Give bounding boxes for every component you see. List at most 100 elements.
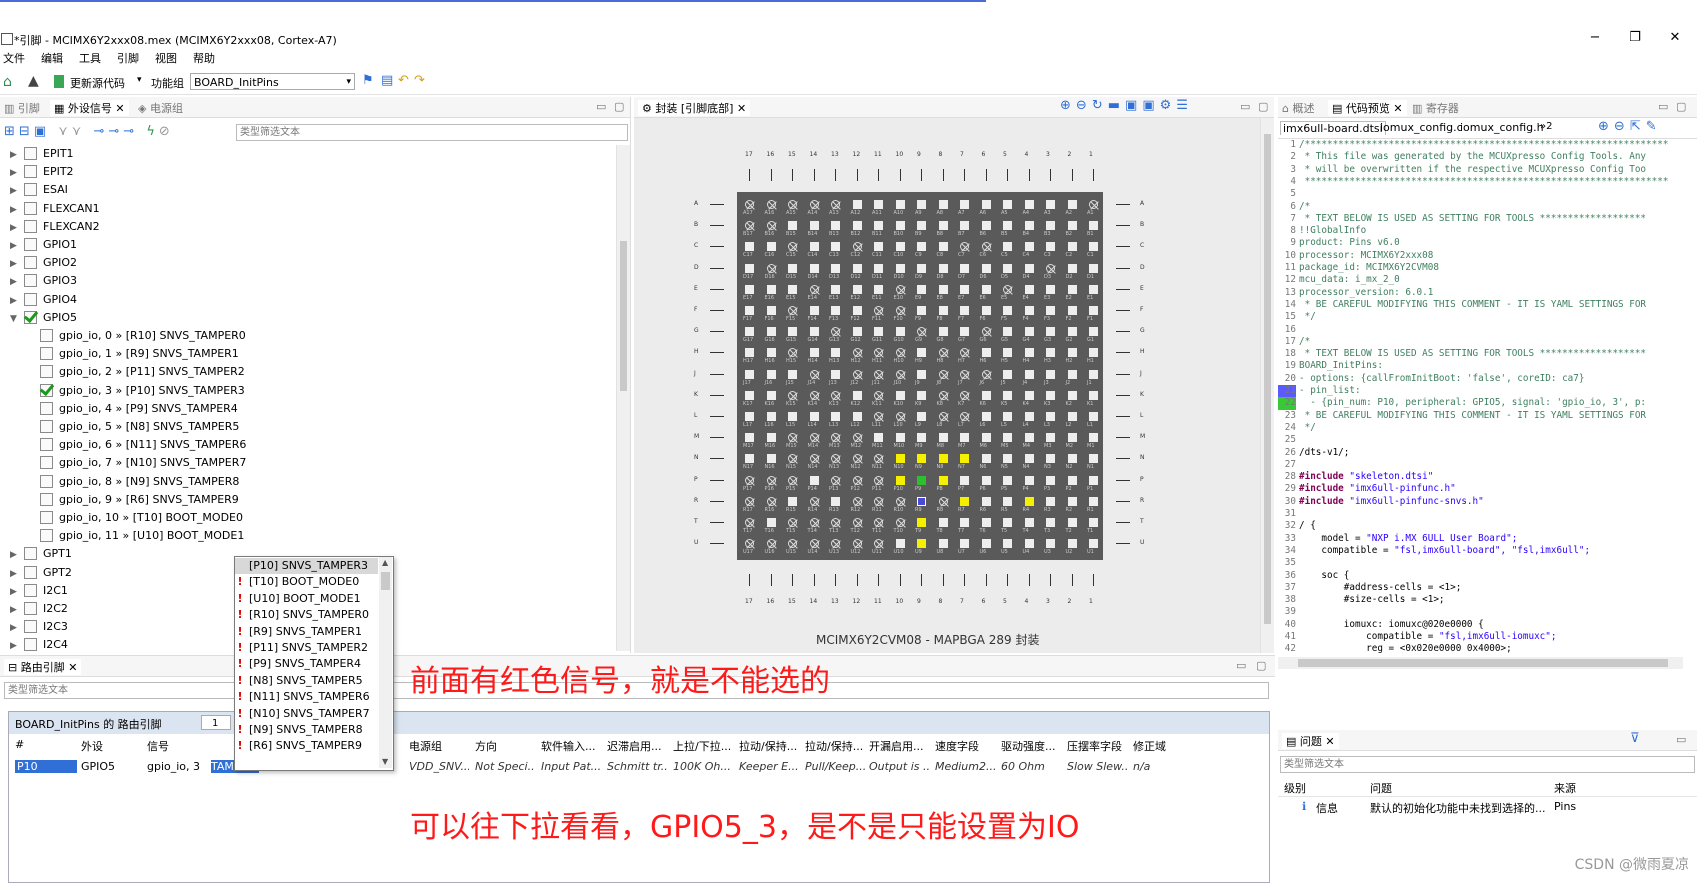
- pin-J1[interactable]: [1089, 369, 1098, 379]
- tree-checkbox[interactable]: [24, 238, 37, 251]
- pin-U9[interactable]: [917, 539, 926, 549]
- routing-cell[interactable]: Output is ...: [869, 760, 929, 773]
- tab-routed-pins[interactable]: ⊟ 路由引脚 ✕: [4, 659, 82, 675]
- problems-minimize-icon[interactable]: ▭: [1676, 733, 1686, 746]
- pin-D16[interactable]: [766, 263, 776, 273]
- pin-C3[interactable]: [1046, 242, 1055, 252]
- pin-D1[interactable]: [1089, 263, 1098, 273]
- routing-column-header[interactable]: 迟滞启用...: [607, 738, 667, 754]
- pin-T9[interactable]: [917, 518, 926, 527]
- pin-E1[interactable]: [1089, 284, 1098, 294]
- pin-G15[interactable]: [788, 327, 797, 337]
- pin-R2[interactable]: [1067, 496, 1077, 506]
- tree-checkbox[interactable]: [40, 329, 53, 342]
- pin-N14[interactable]: [809, 454, 819, 464]
- pin-L16[interactable]: [766, 412, 776, 421]
- tree-node[interactable]: ▶ GPIO4: [10, 291, 77, 308]
- pin-U3[interactable]: [1046, 539, 1055, 549]
- tree-node[interactable]: ▶ GPT1: [10, 545, 72, 562]
- undo-icon[interactable]: ↶: [398, 73, 409, 88]
- routing-count-spinner[interactable]: 1: [201, 715, 231, 730]
- popup-signal-option[interactable]: [P10] SNVS_TAMPER3: [235, 558, 378, 575]
- tree-checkbox[interactable]: [24, 165, 37, 179]
- pin-H8[interactable]: [938, 348, 948, 358]
- tree-signal-item[interactable]: gpio_io, 9 » [R6] SNVS_TAMPER9: [40, 491, 239, 508]
- list-icon[interactable]: ☰: [1176, 98, 1193, 113]
- pin-H12[interactable]: [852, 348, 862, 358]
- pin-J6[interactable]: [981, 369, 991, 379]
- pin-D17[interactable]: [745, 263, 754, 273]
- menu-help[interactable]: 帮助: [193, 50, 215, 66]
- center-maximize-icon[interactable]: ▢: [1258, 100, 1268, 113]
- pin-T13[interactable]: [831, 518, 840, 527]
- tree-checkbox[interactable]: [24, 219, 37, 233]
- pin-R10[interactable]: [895, 496, 905, 506]
- tree-node[interactable]: ▶ GPIO1: [10, 236, 77, 253]
- tree-checkbox[interactable]: [24, 292, 37, 306]
- chevron-right-icon[interactable]: ▶: [10, 183, 24, 200]
- routing-column-header[interactable]: 驱动强度...: [1001, 738, 1061, 754]
- tree-signal-item[interactable]: gpio_io, 8 » [N9] SNVS_TAMPER8: [40, 473, 239, 490]
- pin-T4[interactable]: [1024, 518, 1034, 527]
- pin-F9[interactable]: [917, 306, 926, 315]
- pin-K3[interactable]: [1046, 390, 1055, 400]
- tree-checkbox[interactable]: [24, 583, 37, 597]
- pin-H16[interactable]: [766, 348, 776, 358]
- close-button[interactable]: ✕: [1660, 30, 1690, 45]
- pin-U14[interactable]: [809, 539, 819, 549]
- pin-E3[interactable]: [1046, 284, 1055, 294]
- tab-registers[interactable]: ▥ 寄存器: [1412, 100, 1459, 116]
- pin-H7[interactable]: [960, 348, 969, 358]
- pin-G14[interactable]: [809, 327, 819, 337]
- pin-B16[interactable]: [766, 221, 776, 231]
- pin-M13[interactable]: [831, 433, 840, 443]
- pin-L12[interactable]: [852, 412, 862, 421]
- pin-P14[interactable]: [809, 475, 819, 485]
- pin-C13[interactable]: [831, 242, 840, 252]
- popup-scroll-up-icon[interactable]: ▲: [382, 558, 388, 567]
- pin-H10[interactable]: [895, 348, 905, 358]
- tree-node[interactable]: ▶ FLEXCAN2: [10, 218, 100, 235]
- pin-R7[interactable]: [960, 496, 969, 506]
- pin-R14[interactable]: [809, 496, 819, 506]
- pin-N15[interactable]: [788, 454, 797, 464]
- pin-P13[interactable]: [831, 475, 840, 485]
- pin-N2[interactable]: [1067, 454, 1077, 464]
- pin-P6[interactable]: [981, 475, 991, 485]
- pin-E2[interactable]: [1067, 284, 1077, 294]
- tree-checkbox[interactable]: [40, 511, 53, 524]
- pin-B9[interactable]: [917, 221, 926, 231]
- pin-J8[interactable]: [938, 369, 948, 379]
- chevron-right-icon[interactable]: ▶: [10, 274, 24, 291]
- pin-R6[interactable]: [981, 496, 991, 506]
- pin-R8[interactable]: [938, 496, 948, 506]
- show-selected-icon[interactable]: ▣: [34, 124, 50, 139]
- problems-row[interactable]: ℹ 信息 默认的初始化功能中未找到选择的... Pins: [1278, 797, 1697, 815]
- pin-D8[interactable]: [938, 263, 948, 273]
- pin-G16[interactable]: [766, 327, 776, 337]
- chevron-right-icon[interactable]: ▶: [10, 602, 24, 619]
- pin-K12[interactable]: [852, 390, 862, 400]
- pin-D2[interactable]: [1067, 263, 1077, 273]
- pin-F5[interactable]: [1003, 306, 1012, 315]
- pin-M11[interactable]: [874, 433, 883, 443]
- pin-E7[interactable]: [960, 284, 969, 294]
- pin-H17[interactable]: [745, 348, 754, 358]
- tree-checkbox[interactable]: [24, 547, 37, 561]
- pin-K11[interactable]: [874, 390, 883, 400]
- pin-P10[interactable]: [895, 475, 905, 485]
- chevron-right-icon[interactable]: ▶: [10, 638, 24, 651]
- routing-cell[interactable]: VDD_SNV...: [409, 760, 469, 773]
- pin-M7[interactable]: [960, 433, 969, 443]
- tree-checkbox[interactable]: [40, 420, 53, 433]
- pin-P11[interactable]: [874, 475, 883, 485]
- pin-L6[interactable]: [981, 412, 991, 421]
- file-tab-iomux-config-h[interactable]: iomux_config.h: [1458, 121, 1546, 134]
- tree-signal-item[interactable]: gpio_io, 11 » [U10] BOOT_MODE1: [40, 527, 244, 544]
- tab-overview[interactable]: ⌂ 概述: [1282, 100, 1314, 116]
- tree-signal-item[interactable]: gpio_io, 1 » [R9] SNVS_TAMPER1: [40, 345, 239, 362]
- pin-R9[interactable]: [917, 496, 926, 506]
- pin-F13[interactable]: [831, 306, 840, 315]
- code-export-icon[interactable]: ⇱: [1630, 119, 1646, 134]
- left-scrollbar[interactable]: [616, 145, 630, 651]
